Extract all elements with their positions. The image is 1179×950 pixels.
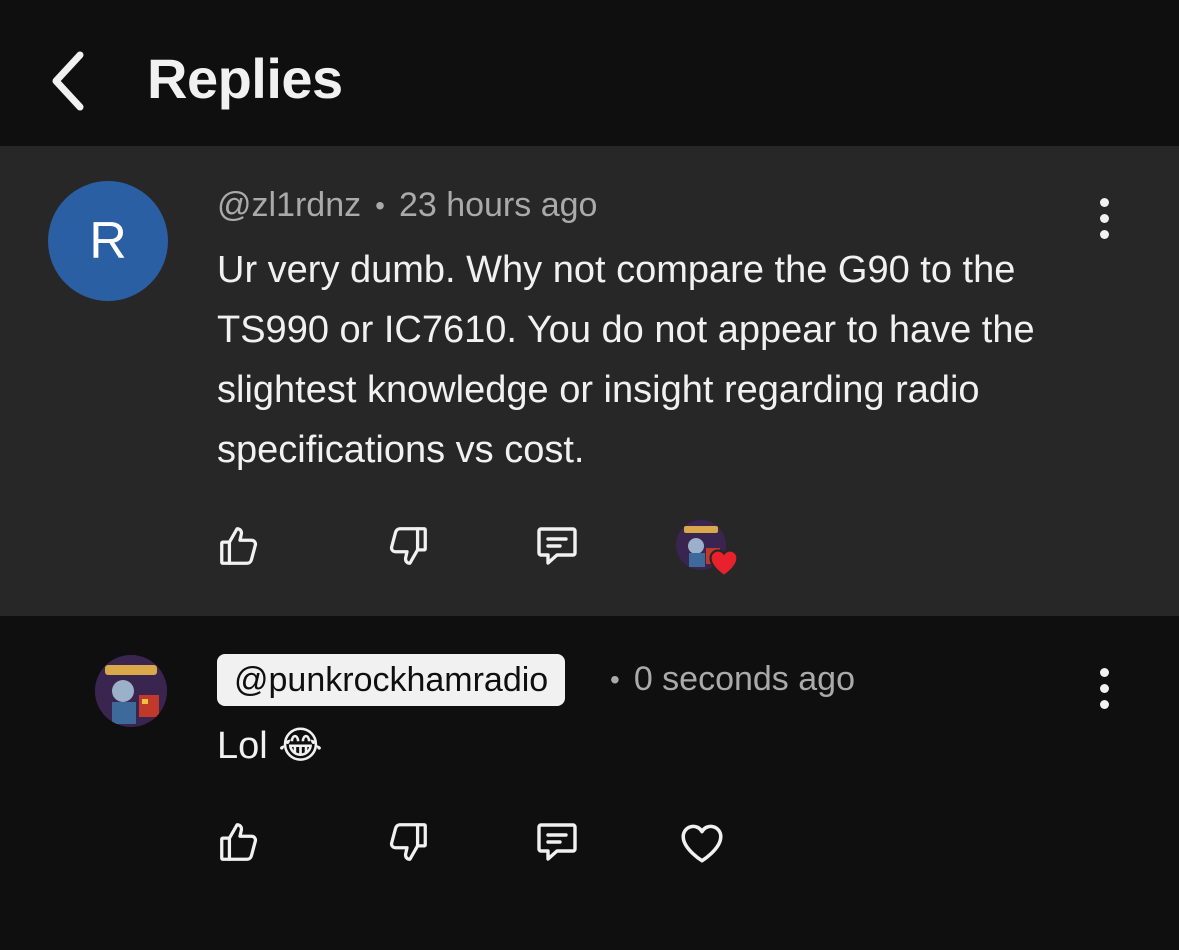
reply-timestamp: 0 seconds ago: [633, 660, 855, 698]
reply-author-chip[interactable]: @punkrockhamradio: [217, 654, 566, 706]
reply-text: Lol 😂: [217, 725, 323, 767]
chevron-left-icon: [52, 51, 84, 111]
thumbs-up-icon: [220, 527, 258, 565]
header-bar: Replies: [0, 0, 1179, 146]
thumbs-down-icon: [389, 527, 427, 565]
meta-separator: •: [375, 189, 385, 221]
avatar[interactable]: [95, 655, 167, 727]
like-button[interactable]: [211, 814, 267, 870]
creator-heart-badge: [676, 520, 746, 580]
reply-more-button[interactable]: [1084, 658, 1124, 718]
avatar[interactable]: R: [48, 181, 168, 301]
heart-icon: [709, 549, 739, 578]
more-vertical-icon: [1099, 667, 1109, 677]
dislike-button[interactable]: [380, 814, 436, 870]
avatar-letter: R: [89, 212, 127, 270]
heart-button[interactable]: [674, 814, 730, 870]
comment-icon: [537, 823, 577, 861]
dislike-button[interactable]: [380, 518, 436, 574]
page-title: Replies: [147, 47, 343, 110]
like-button[interactable]: [211, 518, 267, 574]
back-button[interactable]: [40, 45, 96, 117]
more-vertical-icon: [1099, 197, 1109, 207]
reply-author: @punkrockhamradio: [234, 660, 549, 699]
comment-meta: @zl1rdnz • 23 hours ago: [217, 186, 597, 225]
meta-separator: •: [610, 663, 620, 695]
thumbs-down-icon: [389, 823, 427, 861]
reply-button[interactable]: [529, 518, 585, 574]
reply-meta: • 0 seconds ago: [610, 660, 855, 699]
heart-icon: [681, 824, 723, 863]
comment-more-button[interactable]: [1084, 188, 1124, 248]
comment-timestamp: 23 hours ago: [398, 186, 598, 224]
comment-icon: [537, 527, 577, 565]
reply-button[interactable]: [529, 814, 585, 870]
comment-author[interactable]: @zl1rdnz: [217, 186, 361, 225]
thumbs-up-icon: [220, 823, 258, 861]
comment-text: Ur very dumb. Why not compare the G90 to…: [217, 249, 1035, 471]
